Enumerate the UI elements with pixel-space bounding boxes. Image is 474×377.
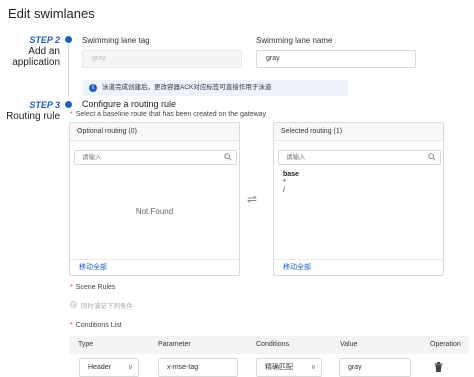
col-conditions: Conditions	[256, 341, 290, 348]
optional-routing-header: Optional routing (0)	[70, 123, 239, 141]
swimlane-name-label: Swimming lane name	[256, 36, 333, 45]
col-operation: Operation	[430, 341, 461, 348]
selected-routing-list: base * /	[283, 171, 299, 195]
step-2-indicator: STEP 2 Add an application	[0, 35, 60, 68]
value-input[interactable]: gray	[339, 358, 411, 377]
scene-rules-label: * Scene Rules	[70, 284, 116, 291]
swimlane-name-input[interactable]: gray	[256, 50, 416, 68]
col-parameter: Parameter	[158, 341, 191, 348]
selected-move-all[interactable]: 移动全部	[274, 259, 443, 275]
swimlane-tag-input[interactable]: gray	[82, 50, 242, 68]
step-3-dot	[65, 101, 72, 108]
step-2-dot	[65, 36, 72, 43]
trash-icon[interactable]	[434, 362, 443, 372]
step-2-tag: STEP 2	[29, 35, 60, 45]
transfer-swap-icon[interactable]: ⇌	[247, 192, 257, 206]
selected-route-name[interactable]: base	[283, 171, 299, 179]
step-3-indicator: STEP 3 Routing rule	[0, 100, 60, 122]
step-2-name-line2: application	[12, 57, 60, 68]
step-connector-line	[68, 44, 69, 96]
parameter-input[interactable]: x-mse-tag	[158, 358, 238, 377]
col-type: Type	[78, 341, 94, 348]
search-icon	[428, 153, 436, 161]
step-3-name: Routing rule	[6, 111, 60, 122]
selected-routing-search[interactable]: 请输入	[278, 150, 441, 165]
type-select[interactable]: Header ∨	[79, 358, 139, 377]
optional-search-placeholder: 请输入	[82, 154, 102, 161]
search-icon	[224, 153, 232, 161]
dialog-title: Edit swimlanes	[8, 6, 95, 21]
conditions-list-label: * Conditions List	[70, 322, 122, 329]
selected-search-placeholder: 请输入	[286, 154, 306, 161]
col-value: Value	[340, 341, 358, 348]
scene-option-text: 同时满足下列条件	[81, 303, 133, 310]
conditions-table-header: Type Parameter Conditions Value Operatio…	[69, 336, 469, 354]
chevron-down-icon: ∨	[310, 364, 316, 371]
empty-state: Not Found	[135, 207, 174, 216]
condition-select[interactable]: 精确匹配 ∨	[256, 358, 322, 377]
routing-subtitle: * Select a baseline route that has been c…	[70, 111, 266, 118]
chevron-down-icon: ∨	[127, 364, 133, 371]
selected-route-path: /	[283, 187, 285, 194]
info-icon: i	[89, 84, 97, 92]
selected-routing-panel: Selected routing (1) 请输入 base * / 移动全部	[273, 122, 444, 276]
step-3-tag: STEP 3	[29, 100, 60, 110]
step-2-name-line1: Add an	[28, 46, 60, 57]
swimlane-tag-label: Swimming lane tag	[82, 36, 150, 45]
routing-subtitle-text: Select a baseline route that has been cr…	[75, 111, 267, 118]
selected-routing-header: Selected routing (1)	[274, 123, 443, 141]
routing-title: Configure a routing rule	[82, 99, 177, 109]
info-notice-text: 泳道完成创建后，更改容器ACK对应标签可直接作用于泳道	[102, 84, 272, 91]
info-notice: i 泳道完成创建后，更改容器ACK对应标签可直接作用于泳道	[83, 80, 348, 96]
scene-radio[interactable]	[70, 301, 77, 308]
required-mark: *	[70, 111, 73, 118]
optional-routing-search[interactable]: 请输入	[74, 150, 237, 165]
selected-route-host: *	[283, 179, 286, 186]
optional-move-all[interactable]: 移动全部	[70, 259, 239, 275]
optional-routing-panel: Optional routing (0) 请输入 Not Found 移动全部	[69, 122, 240, 276]
